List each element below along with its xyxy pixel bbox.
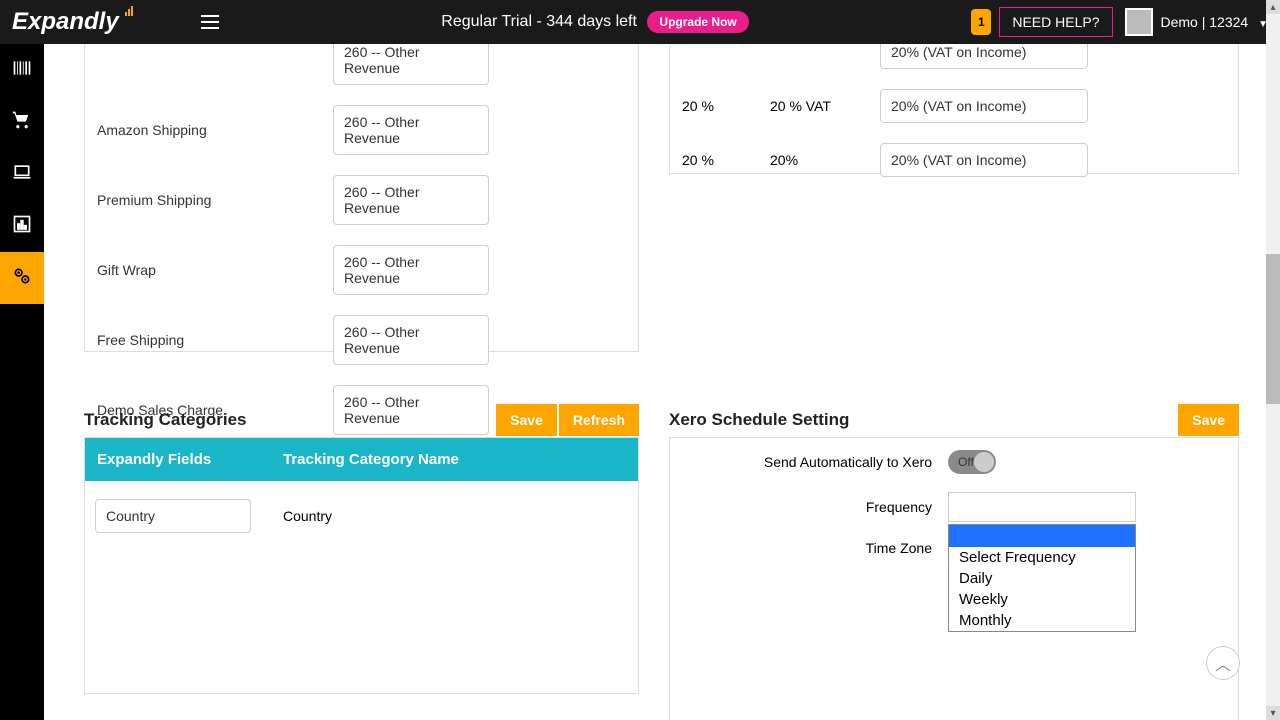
tracking-th-category: Tracking Category Name bbox=[283, 451, 626, 468]
scroll-to-top-button[interactable]: ︿ bbox=[1206, 646, 1240, 680]
frequency-select[interactable] bbox=[948, 492, 1136, 522]
sidebar-item-settings[interactable] bbox=[0, 252, 44, 304]
tracking-table-body: Country bbox=[85, 481, 638, 693]
trial-text: Regular Trial - 344 days left bbox=[441, 13, 637, 30]
trial-status: Regular Trial - 344 days left Upgrade No… bbox=[219, 11, 972, 33]
chart-icon bbox=[12, 214, 32, 239]
barcode-icon bbox=[12, 58, 32, 83]
brand-logo: Expandly bbox=[12, 8, 131, 36]
schedule-panel: Send Automatically to Xero Off Frequency… bbox=[669, 437, 1239, 720]
revenue-select[interactable]: 260 -- Other Revenue bbox=[333, 175, 489, 225]
frequency-option[interactable]: Select Frequency bbox=[949, 547, 1135, 568]
tracking-buttons: Save Refresh bbox=[496, 404, 639, 436]
tax-name: 20 % VAT bbox=[770, 98, 880, 114]
frequency-option-blank[interactable] bbox=[949, 525, 1135, 547]
menu-hamburger-icon[interactable] bbox=[201, 15, 219, 29]
timezone-label: Time Zone bbox=[688, 540, 948, 556]
schedule-header: Xero Schedule Setting Save bbox=[669, 404, 1239, 436]
revenue-row: Gift Wrap 260 -- Other Revenue bbox=[85, 235, 638, 305]
auto-send-toggle[interactable]: Off bbox=[948, 450, 996, 474]
laptop-icon bbox=[12, 162, 32, 187]
tracking-table: Expandly Fields Tracking Category Name C… bbox=[84, 437, 639, 694]
tracking-title: Tracking Categories bbox=[84, 410, 247, 430]
sidebar bbox=[0, 44, 44, 720]
schedule-frequency-row: Frequency Select Frequency Daily Weekly … bbox=[688, 492, 1220, 522]
settings-gears-icon bbox=[12, 266, 32, 291]
help-button[interactable]: NEED HELP? bbox=[999, 7, 1112, 37]
revenue-select[interactable]: 260 -- Other Revenue bbox=[333, 245, 489, 295]
frequency-wrap: Select Frequency Daily Weekly Monthly bbox=[948, 492, 1136, 522]
frequency-option[interactable]: Daily bbox=[949, 568, 1135, 589]
revenue-row: Premium Shipping 260 -- Other Revenue bbox=[85, 165, 638, 235]
scrollbar-down-button[interactable]: ▾ bbox=[1266, 706, 1280, 720]
sidebar-item-cart[interactable] bbox=[0, 96, 44, 148]
sidebar-item-barcode[interactable] bbox=[0, 44, 44, 96]
user-menu[interactable]: Demo | 12324 ▼ bbox=[1161, 14, 1269, 30]
chevron-up-icon: ︿ bbox=[1215, 651, 1231, 675]
tracking-save-button[interactable]: Save bbox=[496, 404, 557, 436]
revenue-row: Free Shipping 260 -- Other Revenue bbox=[85, 305, 638, 375]
upgrade-button[interactable]: Upgrade Now bbox=[647, 11, 748, 33]
tracking-table-head: Expandly Fields Tracking Category Name bbox=[85, 438, 638, 481]
tax-rate: 20 % bbox=[682, 152, 770, 168]
notification-badge[interactable]: 1 bbox=[971, 9, 991, 35]
frequency-dropdown: Select Frequency Daily Weekly Monthly bbox=[948, 524, 1136, 632]
tax-row: 20 % 20 % VAT 20% (VAT on Income) bbox=[670, 79, 1238, 133]
frequency-label: Frequency bbox=[688, 499, 948, 515]
tax-mapping-panel: 20% (VAT on Income) 20 % 20 % VAT 20% (V… bbox=[669, 44, 1239, 174]
frequency-option[interactable]: Monthly bbox=[949, 610, 1135, 631]
revenue-mapping-panel: 260 -- Other Revenue Amazon Shipping 260… bbox=[84, 44, 639, 352]
sidebar-item-chart[interactable] bbox=[0, 200, 44, 252]
main-content: 260 -- Other Revenue Amazon Shipping 260… bbox=[44, 44, 1266, 720]
tax-name: 20% bbox=[770, 152, 880, 168]
brand-text: Expandly bbox=[12, 8, 119, 35]
scrollbar-up-button[interactable]: ▴ bbox=[1266, 0, 1280, 14]
tracking-categories-section: Tracking Categories Save Refresh Expandl… bbox=[84, 404, 639, 694]
revenue-label: Free Shipping bbox=[97, 332, 313, 348]
logo-bars-icon bbox=[125, 6, 133, 16]
tracking-header: Tracking Categories Save Refresh bbox=[84, 404, 639, 436]
schedule-auto-row: Send Automatically to Xero Off bbox=[688, 450, 1220, 474]
revenue-row: Amazon Shipping 260 -- Other Revenue bbox=[85, 95, 638, 165]
tax-mapping-select[interactable]: 20% (VAT on Income) bbox=[880, 44, 1088, 69]
schedule-section: Xero Schedule Setting Save Send Automati… bbox=[669, 404, 1239, 720]
toggle-knob bbox=[974, 452, 994, 472]
user-avatar[interactable] bbox=[1125, 8, 1153, 36]
scrollbar-thumb[interactable] bbox=[1266, 254, 1280, 404]
revenue-select[interactable]: 260 -- Other Revenue bbox=[333, 44, 489, 85]
sidebar-item-laptop[interactable] bbox=[0, 148, 44, 200]
tax-mapping-select[interactable]: 20% (VAT on Income) bbox=[880, 89, 1088, 123]
frequency-option[interactable]: Weekly bbox=[949, 589, 1135, 610]
tracking-th-fields: Expandly Fields bbox=[97, 451, 283, 468]
tax-row: 20% (VAT on Income) bbox=[670, 44, 1238, 79]
schedule-save-button[interactable]: Save bbox=[1178, 404, 1239, 436]
tracking-category-text: Country bbox=[283, 508, 332, 524]
schedule-auto-label: Send Automatically to Xero bbox=[688, 454, 948, 470]
cart-icon bbox=[12, 110, 32, 135]
revenue-select[interactable]: 260 -- Other Revenue bbox=[333, 105, 489, 155]
tracking-field-input[interactable] bbox=[95, 499, 251, 533]
tracking-refresh-button[interactable]: Refresh bbox=[559, 404, 639, 436]
scrollbar-track[interactable] bbox=[1266, 14, 1280, 706]
revenue-row: 260 -- Other Revenue bbox=[85, 44, 638, 95]
toggle-state-label: Off bbox=[958, 455, 974, 469]
tax-row: 20 % 20% 20% (VAT on Income) bbox=[670, 133, 1238, 187]
top-bar: Expandly Regular Trial - 344 days left U… bbox=[0, 0, 1280, 44]
tax-mapping-select[interactable]: 20% (VAT on Income) bbox=[880, 143, 1088, 177]
user-label: Demo | 12324 bbox=[1161, 14, 1249, 30]
revenue-label: Gift Wrap bbox=[97, 262, 313, 278]
tax-rate: 20 % bbox=[682, 98, 770, 114]
schedule-title: Xero Schedule Setting bbox=[669, 410, 849, 430]
revenue-label: Premium Shipping bbox=[97, 192, 313, 208]
revenue-select[interactable]: 260 -- Other Revenue bbox=[333, 315, 489, 365]
revenue-label: Amazon Shipping bbox=[97, 122, 313, 138]
